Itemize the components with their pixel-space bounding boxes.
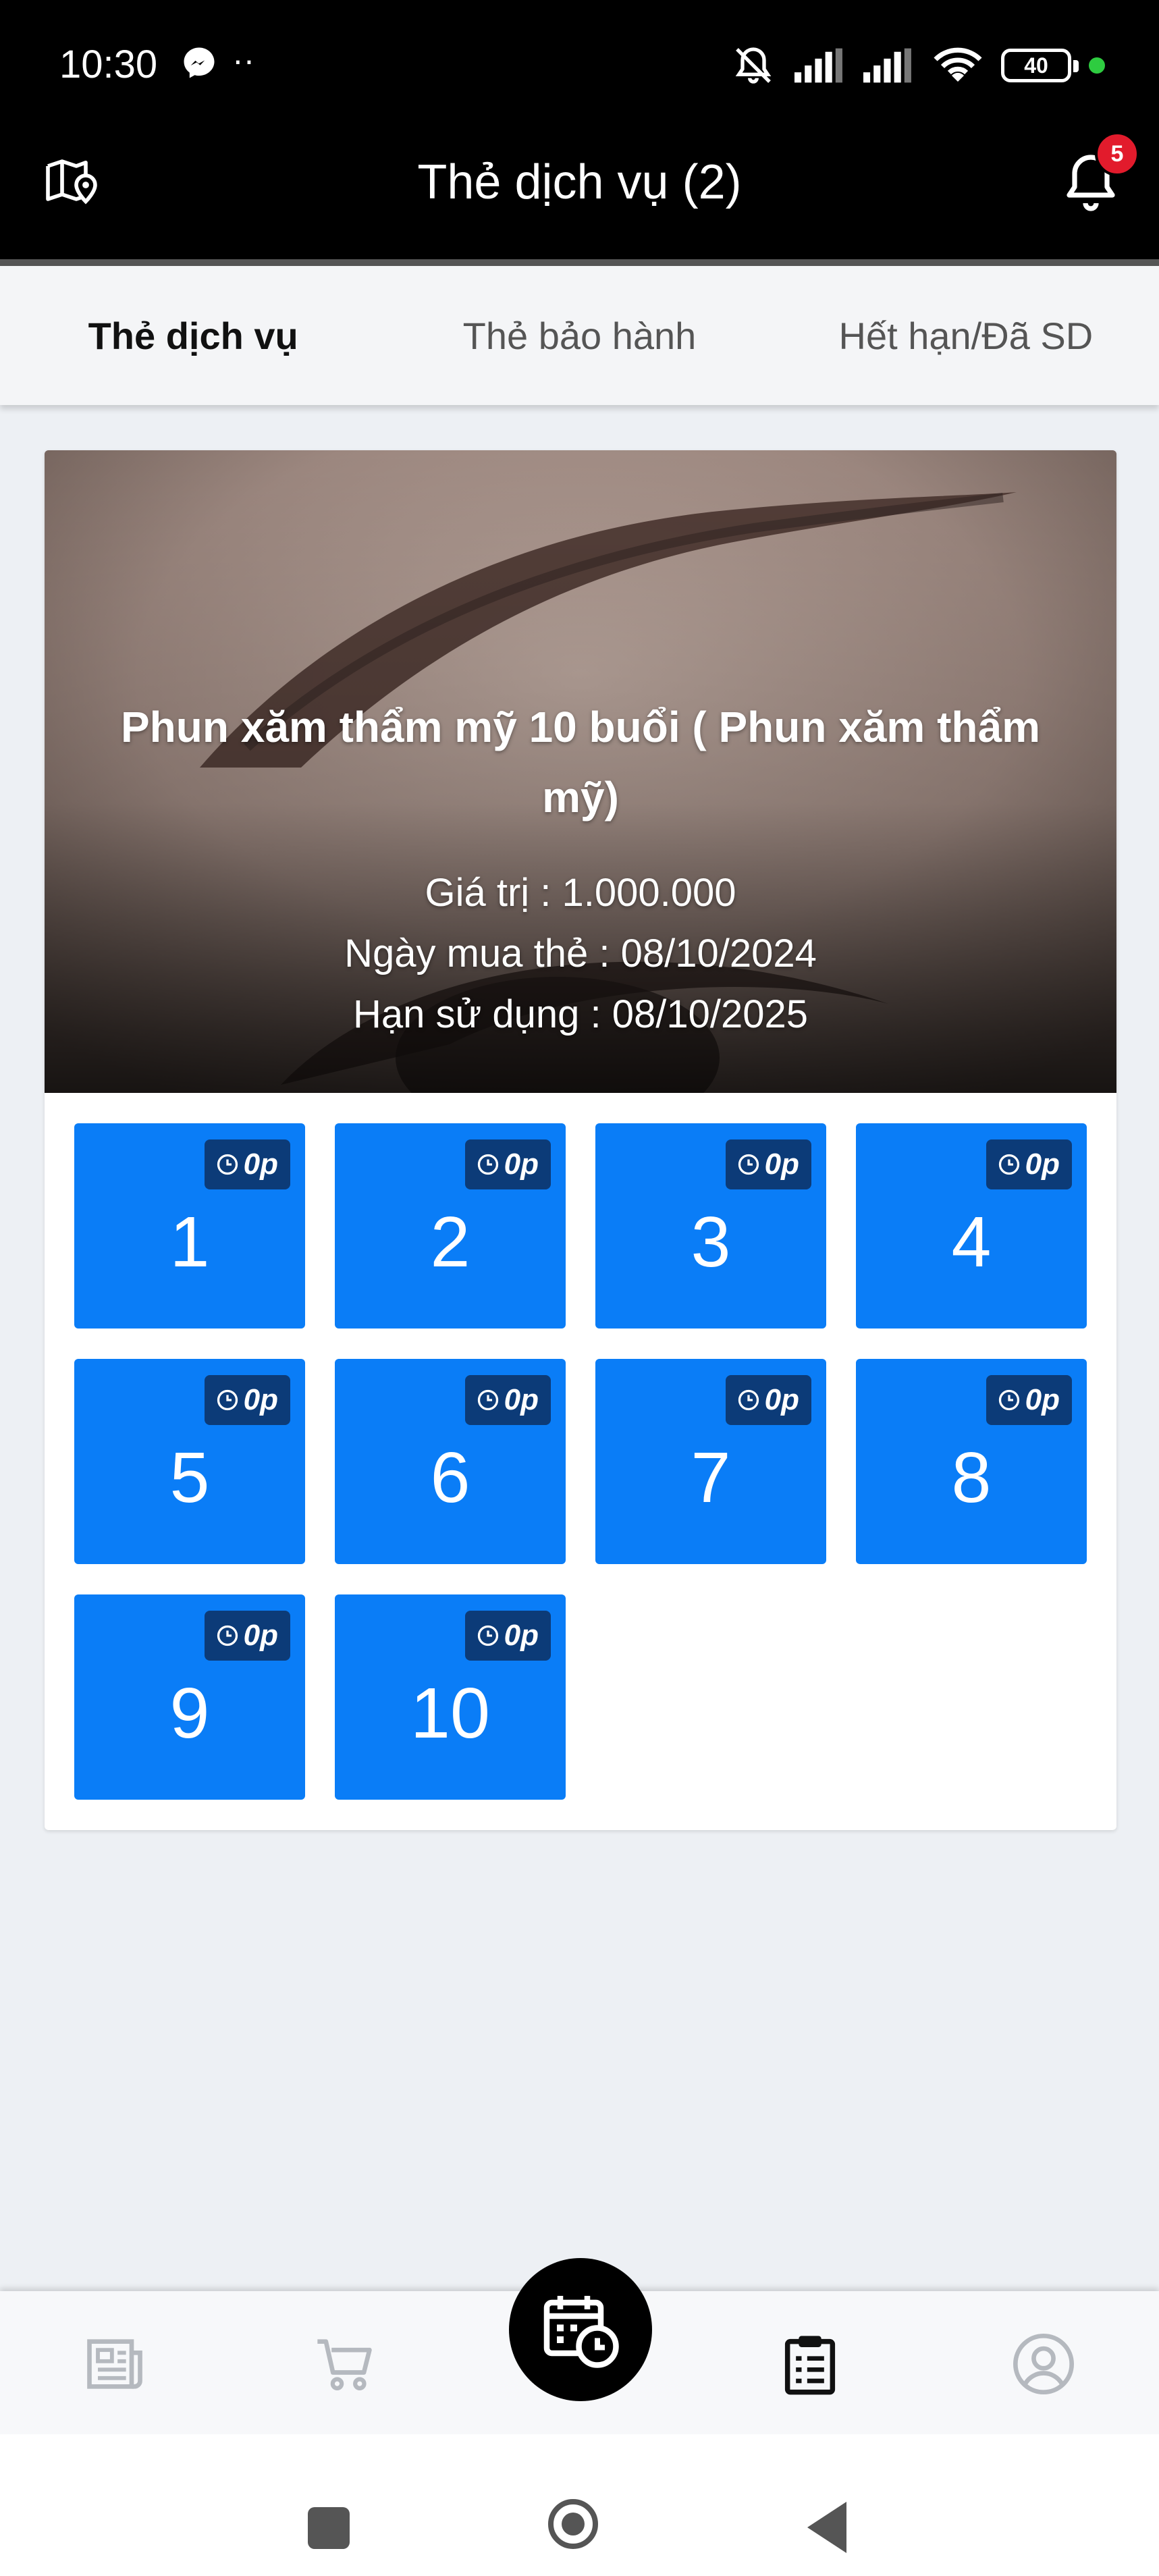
clock-icon [738,1389,759,1411]
session-tile[interactable]: 0p 3 [595,1123,826,1329]
session-number: 6 [430,1438,470,1518]
session-number: 1 [169,1202,210,1282]
bell-muted-icon [735,47,772,84]
session-number: 8 [951,1438,992,1518]
signal-icon [794,48,842,83]
card-purchase-date: Ngày mua thẻ : 08/10/2024 [344,932,817,975]
duration-badge: 0p [725,1139,811,1189]
session-number: 4 [951,1202,992,1282]
tab-service-cards[interactable]: Thẻ dịch vụ [0,266,386,405]
status-icons: 40 [730,42,1105,89]
clock-icon [217,1625,238,1646]
clock-icon [477,1389,498,1411]
signal-icon [863,48,911,83]
header-divider [0,259,1159,266]
session-tile[interactable]: 0p 10 [335,1594,566,1800]
clock-icon [477,1154,498,1175]
duration-text: 0p [504,1383,539,1416]
duration-badge: 0p [464,1139,551,1189]
duration-badge: 0p [464,1611,551,1661]
session-tile[interactable]: 0p 2 [335,1123,566,1329]
session-number: 3 [691,1202,731,1282]
duration-badge: 0p [986,1139,1072,1189]
session-tile[interactable]: 0p 8 [856,1359,1087,1564]
cart-icon[interactable] [312,2330,379,2398]
session-number: 7 [691,1438,731,1518]
clock-icon [477,1625,498,1646]
clock-icon [217,1154,238,1175]
session-tile[interactable]: 0p 4 [856,1123,1087,1329]
back-button[interactable] [807,2502,846,2553]
clipboard-icon[interactable] [776,2330,844,2398]
home-button[interactable] [548,2499,598,2549]
battery-indicator: 40 [1001,49,1079,82]
card-title: Phun xăm thẩm mỹ 10 buổi ( Phun xăm thẩm… [120,703,1041,822]
clock-icon [998,1389,1019,1411]
clock-icon [998,1154,1019,1175]
duration-badge: 0p [204,1375,290,1425]
card-expiry-date: Hạn sử dụng : 08/10/2025 [352,992,809,1036]
status-bar: 10:30 ·· 40 [0,0,1159,132]
session-tile[interactable]: 0p 1 [74,1123,305,1329]
duration-badge: 0p [204,1139,290,1189]
status-time: 10:30 [59,43,158,86]
card-banner-image: Phun xăm thẩm mỹ 10 buổi ( Phun xăm thẩm… [45,450,1116,1093]
duration-text: 0p [243,1148,278,1181]
system-navigation [0,2434,1159,2576]
duration-text: 0p [504,1619,539,1652]
session-number: 2 [430,1202,470,1282]
clock-icon [217,1389,238,1411]
session-number: 10 [410,1673,490,1753]
session-tile[interactable]: 0p 9 [74,1594,305,1800]
session-number: 5 [169,1438,210,1518]
session-tile[interactable]: 0p 7 [595,1359,826,1564]
page-title: Thẻ dịch vụ (2) [417,155,742,209]
session-number: 9 [169,1673,210,1753]
messenger-icon [184,47,215,78]
session-tile[interactable]: 0p 6 [335,1359,566,1564]
duration-text: 0p [1025,1148,1060,1181]
wifi-icon [934,47,982,82]
tab-expired-used[interactable]: Hết hạn/Đã SD [773,266,1159,405]
privacy-dot [1089,57,1105,74]
account-icon[interactable] [1010,2330,1077,2398]
tab-warranty-cards[interactable]: Thẻ bảo hành [386,266,772,405]
duration-text: 0p [764,1148,799,1181]
duration-badge: 0p [725,1375,811,1425]
duration-text: 0p [1025,1383,1060,1416]
card-value: Giá trị : 1.000.000 [425,871,736,915]
duration-text: 0p [764,1383,799,1416]
duration-badge: 0p [204,1611,290,1661]
status-overflow-dots: ·· [232,41,255,79]
session-tile[interactable]: 0p 5 [74,1359,305,1564]
booking-button[interactable] [509,2258,652,2401]
app-header: Thẻ dịch vụ (2) 5 [0,132,1159,266]
card-info: Phun xăm thẩm mỹ 10 buổi ( Phun xăm thẩm… [45,450,1116,1093]
service-card[interactable]: Phun xăm thẩm mỹ 10 buổi ( Phun xăm thẩm… [45,450,1116,1830]
calendar-clock-icon [543,2296,619,2368]
clock-icon [738,1154,759,1175]
notification-badge: 5 [1095,132,1139,176]
duration-text: 0p [243,1619,278,1652]
duration-text: 0p [243,1383,278,1416]
duration-badge: 0p [464,1375,551,1425]
tab-bar: Thẻ dịch vụ Thẻ bảo hành Hết hạn/Đã SD [0,266,1159,405]
news-icon[interactable] [81,2330,149,2398]
recents-button[interactable] [308,2507,350,2549]
duration-badge: 0p [986,1375,1072,1425]
duration-text: 0p [504,1148,539,1181]
